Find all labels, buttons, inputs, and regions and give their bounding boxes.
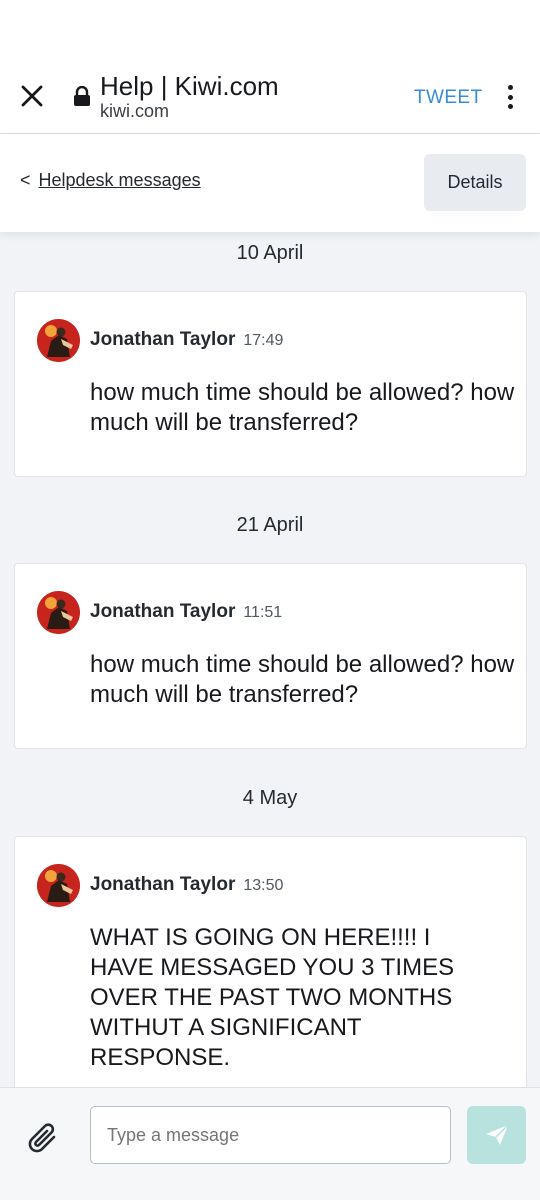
message-author: Jonathan Taylor 13:50 bbox=[90, 874, 283, 896]
send-icon bbox=[485, 1124, 509, 1145]
message-composer bbox=[0, 1087, 540, 1200]
chevron-left-icon: < bbox=[20, 170, 31, 190]
back-link-label: Helpdesk messages bbox=[38, 170, 201, 190]
more-vertical-icon[interactable] bbox=[498, 82, 522, 112]
tweet-button[interactable]: TWEET bbox=[414, 87, 483, 109]
message-time: 17:49 bbox=[243, 332, 284, 349]
date-separator: 21 April bbox=[236, 514, 304, 536]
author-name: Jonathan Taylor bbox=[90, 601, 236, 622]
page-url: kiwi.com bbox=[100, 101, 170, 121]
avatar bbox=[37, 591, 80, 634]
date-separator: 10 April bbox=[236, 242, 304, 264]
message-time: 11:51 bbox=[243, 604, 283, 621]
avatar bbox=[37, 864, 80, 907]
message-card: Jonathan Taylor 11:51 how much time shoul… bbox=[14, 563, 527, 749]
message-author: Jonathan Taylor 17:49 bbox=[90, 329, 283, 351]
message-text: how much time should be allowed? how muc… bbox=[90, 379, 515, 436]
back-to-helpdesk-link[interactable]: < Helpdesk messages bbox=[20, 170, 201, 191]
message-input[interactable] bbox=[90, 1106, 451, 1164]
close-icon[interactable] bbox=[18, 82, 46, 110]
message-text: how much time should be allowed? how muc… bbox=[90, 651, 515, 708]
message-author: Jonathan Taylor 11:51 bbox=[90, 601, 282, 623]
details-button[interactable]: Details bbox=[424, 154, 526, 211]
message-card: Jonathan Taylor 13:50 WHAT IS GOING ON HE… bbox=[14, 836, 527, 1096]
message-text: WHAT IS GOING ON HERE!!!! I HAVE MESSAGE… bbox=[90, 924, 455, 1071]
page-title: Help | Kiwi.com bbox=[100, 71, 279, 101]
lock-icon bbox=[73, 85, 91, 106]
date-separator: 4 May bbox=[242, 787, 298, 809]
message-card: Jonathan Taylor 17:49 how much time shoul… bbox=[14, 291, 527, 477]
author-name: Jonathan Taylor bbox=[90, 874, 236, 895]
author-name: Jonathan Taylor bbox=[90, 329, 236, 350]
browser-toolbar: Help | Kiwi.com kiwi.com TWEET bbox=[0, 0, 540, 134]
helpdesk-header: < Helpdesk messages Details bbox=[0, 134, 540, 232]
avatar bbox=[37, 319, 80, 362]
paperclip-icon[interactable] bbox=[27, 1122, 61, 1156]
message-time: 13:50 bbox=[243, 877, 284, 894]
send-button[interactable] bbox=[467, 1106, 526, 1164]
